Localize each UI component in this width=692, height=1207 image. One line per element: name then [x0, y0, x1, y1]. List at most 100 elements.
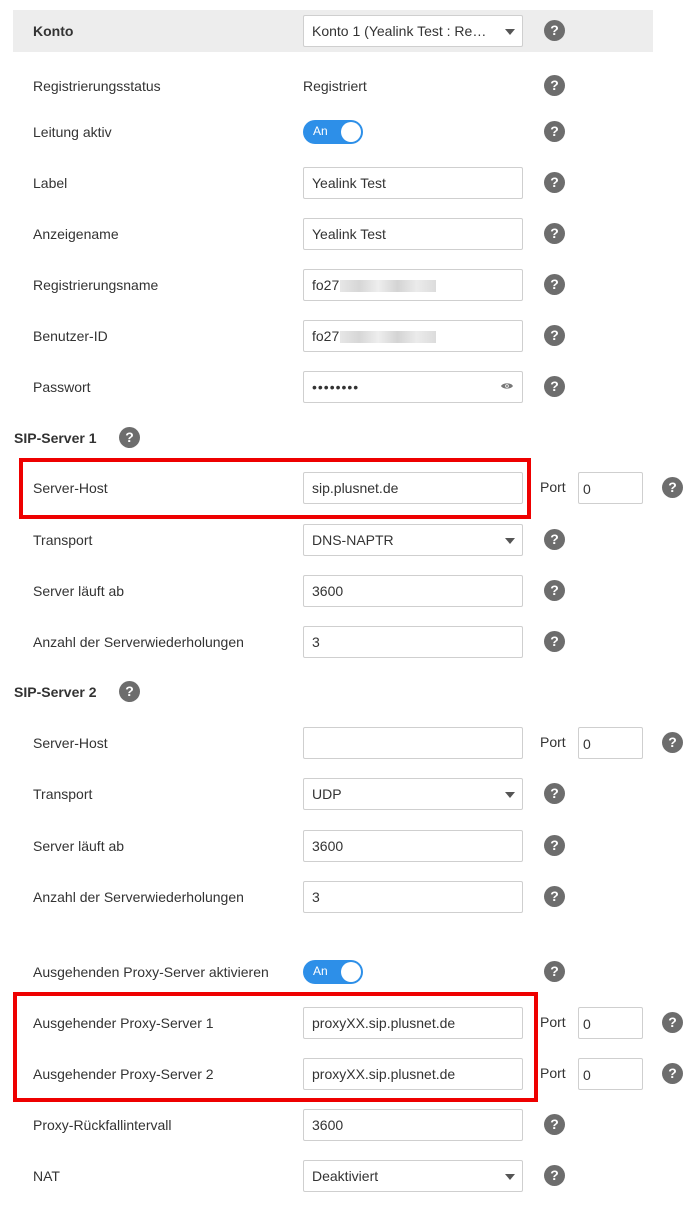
sip2-expires-row: Server läuft ab 3600 ? — [0, 830, 692, 862]
help-icon[interactable]: ? — [544, 529, 565, 550]
password-row: Passwort •••••••• ? — [0, 371, 692, 403]
sip2-transport-row: Transport UDP ? — [0, 778, 692, 810]
toggle-knob — [341, 962, 361, 982]
sip1-transport-label: Transport — [33, 532, 93, 548]
proxy-enable-toggle[interactable]: An — [303, 960, 363, 984]
help-icon[interactable]: ? — [544, 172, 565, 193]
highlight-box-server-host — [19, 458, 531, 519]
help-icon[interactable]: ? — [544, 580, 565, 601]
nat-select[interactable]: Deaktiviert — [303, 1160, 523, 1192]
help-icon[interactable]: ? — [662, 732, 683, 753]
user-id-row: Benutzer-ID fo27 ? — [0, 320, 692, 352]
sip1-retries-label: Anzahl der Serverwiederholungen — [33, 634, 244, 650]
register-name-label: Registrierungsname — [33, 277, 159, 293]
sip1-expires-row: Server läuft ab 3600 ? — [0, 575, 692, 607]
help-icon[interactable]: ? — [544, 1165, 565, 1186]
proxy-enable-row: Ausgehenden Proxy-Server aktivieren An ? — [0, 956, 692, 988]
help-icon[interactable]: ? — [662, 1063, 683, 1084]
user-id-label: Benutzer-ID — [33, 328, 108, 344]
help-icon[interactable]: ? — [544, 20, 565, 41]
help-icon[interactable]: ? — [662, 477, 683, 498]
help-icon[interactable]: ? — [544, 1114, 565, 1135]
sip-server-2-title: SIP-Server 2 — [14, 684, 97, 700]
sip2-transport-label: Transport — [33, 786, 93, 802]
redacted-blur — [340, 280, 437, 293]
sip2-retries-row: Anzahl der Serverwiederholungen 3 ? — [0, 881, 692, 913]
registration-status-value: Registriert — [303, 78, 367, 94]
account-select[interactable]: Konto 1 (Yealink Test : Registriert) — [303, 15, 523, 47]
sip2-retries-input[interactable]: 3 — [303, 881, 523, 913]
sip2-server-host-input[interactable] — [303, 727, 523, 759]
eye-icon[interactable] — [501, 382, 513, 390]
sip1-transport-value: DNS-NAPTR — [312, 532, 394, 548]
nat-row: NAT Deaktiviert ? — [0, 1160, 692, 1192]
redacted-blur — [340, 331, 437, 344]
nat-value: Deaktiviert — [312, 1168, 379, 1184]
user-id-value: fo27 — [312, 328, 340, 344]
help-icon[interactable]: ? — [544, 223, 565, 244]
sip2-server-host-row: Server-Host Port 0 ? — [0, 727, 692, 759]
help-icon[interactable]: ? — [544, 376, 565, 397]
highlight-box-proxy-servers — [13, 992, 538, 1102]
sip2-expires-label: Server läuft ab — [33, 838, 125, 854]
help-icon[interactable]: ? — [119, 681, 140, 702]
proxy1-port-label: Port — [540, 1014, 566, 1030]
account-select-value: Konto 1 (Yealink Test : Registriert) — [312, 23, 490, 39]
help-icon[interactable]: ? — [544, 886, 565, 907]
display-name-row: Anzeigename Yealink Test ? — [0, 218, 692, 250]
sip1-retries-input[interactable]: 3 — [303, 626, 523, 658]
display-name-label: Anzeigename — [33, 226, 119, 242]
chevron-down-icon — [505, 1174, 515, 1180]
proxy-fallback-label: Proxy-Rückfallintervall — [33, 1117, 172, 1133]
toggle-label: An — [313, 124, 328, 138]
proxy2-port-label: Port — [540, 1065, 566, 1081]
help-icon[interactable]: ? — [544, 783, 565, 804]
proxy-enable-label: Ausgehenden Proxy-Server aktivieren — [33, 964, 269, 980]
password-input[interactable]: •••••••• — [303, 371, 523, 403]
proxy-fallback-input[interactable]: 3600 — [303, 1109, 523, 1141]
help-icon[interactable]: ? — [544, 961, 565, 982]
help-icon[interactable]: ? — [544, 75, 565, 96]
line-active-label: Leitung aktiv — [33, 124, 112, 140]
sip2-transport-value: UDP — [312, 786, 342, 802]
label-input[interactable]: Yealink Test — [303, 167, 523, 199]
sip1-expires-input[interactable]: 3600 — [303, 575, 523, 607]
sip1-transport-select[interactable]: DNS-NAPTR — [303, 524, 523, 556]
sip2-expires-input[interactable]: 3600 — [303, 830, 523, 862]
register-name-input[interactable]: fo27 — [303, 269, 523, 301]
help-icon[interactable]: ? — [119, 427, 140, 448]
proxy2-port-input[interactable]: 0 — [578, 1058, 643, 1090]
sip-server-1-title: SIP-Server 1 — [14, 430, 97, 446]
help-icon[interactable]: ? — [544, 631, 565, 652]
password-value: •••••••• — [312, 379, 360, 395]
chevron-down-icon — [505, 792, 515, 798]
proxy1-port-input[interactable]: 0 — [578, 1007, 643, 1039]
registration-status-row: Registrierungsstatus Registriert ? — [0, 70, 692, 102]
nat-label: NAT — [33, 1168, 60, 1184]
line-active-toggle[interactable]: An — [303, 120, 363, 144]
help-icon[interactable]: ? — [544, 325, 565, 346]
sip2-port-label: Port — [540, 734, 566, 750]
sip1-transport-row: Transport DNS-NAPTR ? — [0, 524, 692, 556]
user-id-input[interactable]: fo27 — [303, 320, 523, 352]
line-active-row: Leitung aktiv An ? — [0, 116, 692, 148]
sip1-port-input[interactable]: 0 — [578, 472, 643, 504]
password-label: Passwort — [33, 379, 91, 395]
toggle-knob — [341, 122, 361, 142]
sip2-transport-select[interactable]: UDP — [303, 778, 523, 810]
sip1-port-label: Port — [540, 479, 566, 495]
help-icon[interactable]: ? — [544, 121, 565, 142]
chevron-down-icon — [505, 538, 515, 544]
label-row: Label Yealink Test ? — [0, 167, 692, 199]
help-icon[interactable]: ? — [544, 835, 565, 856]
chevron-down-icon — [505, 29, 515, 35]
display-name-input[interactable]: Yealink Test — [303, 218, 523, 250]
label-field-label: Label — [33, 175, 68, 191]
proxy-fallback-row: Proxy-Rückfallintervall 3600 ? — [0, 1109, 692, 1141]
sip2-retries-label: Anzahl der Serverwiederholungen — [33, 889, 244, 905]
help-icon[interactable]: ? — [662, 1012, 683, 1033]
help-icon[interactable]: ? — [544, 274, 565, 295]
sip2-port-input[interactable]: 0 — [578, 727, 643, 759]
sip2-server-host-label: Server-Host — [33, 735, 108, 751]
account-label: Konto — [33, 23, 74, 39]
